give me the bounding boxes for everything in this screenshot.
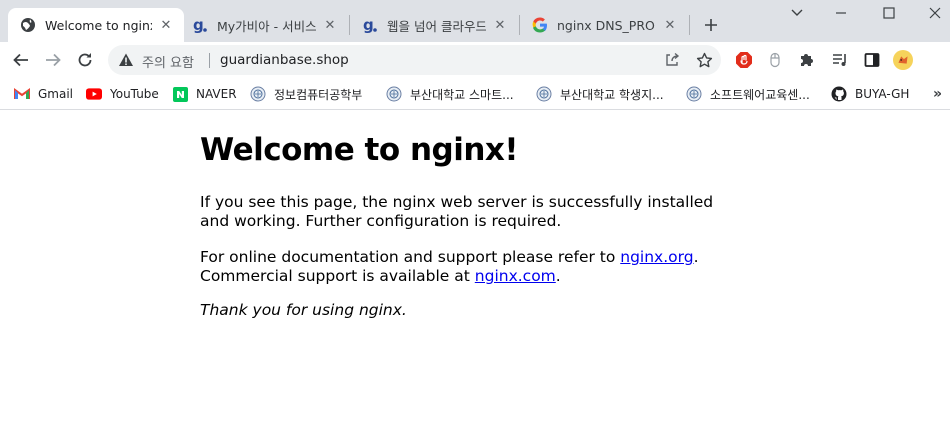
bookmark-label: 부산대학교 학생지...: [560, 87, 664, 102]
bookmark-youtube[interactable]: YouTube: [86, 83, 159, 105]
tab-mygabia[interactable]: g My가비아 - 서비스 ✕: [180, 8, 348, 42]
tab-strip: Welcome to nginx! ✕ g My가비아 - 서비스 ✕ g 웹을…: [0, 0, 950, 42]
bookmark-label: BUYA-GH: [855, 87, 910, 101]
new-tab-button[interactable]: [700, 14, 722, 36]
mouse-extension-icon[interactable]: [765, 50, 785, 70]
nginx-org-link[interactable]: nginx.org: [620, 248, 693, 266]
bookmark-star-icon[interactable]: [695, 51, 713, 69]
svg-text:g: g: [363, 17, 374, 33]
github-icon: [831, 86, 847, 102]
adblock-extension-icon[interactable]: [734, 50, 754, 70]
globe-icon: [20, 17, 36, 33]
university-icon: [250, 86, 266, 102]
tab-title: nginx DNS_PROBE_: [557, 17, 656, 33]
university-icon: [386, 86, 402, 102]
bookmark-naver[interactable]: NAVER: [172, 83, 237, 105]
commercial-text: Commercial support is available at: [200, 267, 475, 285]
tab-title: Welcome to nginx!: [45, 17, 152, 33]
tab-cloud[interactable]: g 웹을 넘어 클라우드 ✕: [350, 8, 518, 42]
tab-title: My가비아 - 서비스: [217, 18, 316, 34]
bookmarks-bar: Gmail YouTube NAVER 정보컴퓨터공학부 부산대학교 스마트..…: [0, 78, 950, 110]
extensions-puzzle-icon[interactable]: [797, 50, 817, 70]
bookmark-pnu-smart[interactable]: 부산대학교 스마트...: [386, 83, 514, 105]
documentation-message: For online documentation and support ple…: [200, 248, 720, 286]
bookmark-label: NAVER: [196, 87, 237, 101]
bookmark-buya-gh[interactable]: BUYA-GH: [831, 83, 909, 105]
back-button[interactable]: [9, 48, 33, 72]
close-tab-icon[interactable]: ✕: [492, 17, 508, 33]
address-divider: [209, 53, 210, 68]
gabia-icon: g: [362, 17, 378, 33]
page-heading: Welcome to nginx!: [200, 132, 519, 168]
tab-welcome-nginx[interactable]: Welcome to nginx! ✕: [8, 8, 184, 42]
close-tab-icon[interactable]: ✕: [158, 17, 174, 33]
url-text[interactable]: guardianbase.shop: [220, 52, 349, 68]
tab-search-icon[interactable]: [786, 4, 808, 22]
warning-icon[interactable]: [118, 52, 134, 68]
commercial-text-end: .: [555, 267, 561, 285]
docs-text-end: .: [693, 248, 699, 266]
gabia-icon: g: [192, 17, 208, 33]
share-icon[interactable]: [663, 51, 681, 69]
bookmark-label: 정보컴퓨터공학부: [274, 87, 363, 102]
install-message: If you see this page, the nginx web serv…: [200, 193, 714, 230]
close-tab-icon[interactable]: ✕: [662, 17, 678, 33]
side-panel-icon[interactable]: [862, 50, 882, 70]
google-icon: [532, 17, 548, 33]
bookmark-label: 소프트웨어교육센...: [710, 87, 810, 102]
youtube-icon: [86, 86, 102, 102]
bookmark-pnu-student[interactable]: 부산대학교 학생지...: [536, 83, 664, 105]
docs-text: For online documentation and support ple…: [200, 248, 621, 266]
tab-title: 웹을 넘어 클라우드: [387, 18, 486, 34]
address-bar[interactable]: 주의 요함 guardianbase.shop: [108, 45, 721, 75]
bookmark-label: Gmail: [38, 87, 74, 101]
bookmark-label: 부산대학교 스마트...: [410, 87, 514, 102]
university-icon: [536, 86, 552, 102]
university-icon: [686, 86, 702, 102]
bookmark-cse-dept[interactable]: 정보컴퓨터공학부: [250, 83, 362, 105]
bookmark-label: YouTube: [110, 87, 159, 101]
nginx-com-link[interactable]: nginx.com: [475, 267, 556, 285]
close-window-icon[interactable]: [924, 4, 946, 22]
svg-text:g: g: [193, 17, 204, 33]
security-status-label[interactable]: 주의 요함: [142, 52, 194, 71]
naver-icon: [172, 86, 188, 102]
maximize-icon[interactable]: [878, 4, 900, 22]
tab-nginx-dns-probe[interactable]: nginx DNS_PROBE_ ✕: [520, 8, 688, 42]
close-tab-icon[interactable]: ✕: [322, 17, 338, 33]
minimize-icon[interactable]: [830, 4, 852, 22]
reload-button[interactable]: [73, 48, 97, 72]
tab-separator: [689, 15, 690, 35]
bookmark-gmail[interactable]: Gmail: [14, 83, 73, 105]
bookmark-sw-edu[interactable]: 소프트웨어교육센...: [686, 83, 810, 105]
more-bookmarks-icon[interactable]: »: [933, 86, 942, 102]
gmail-icon: [14, 86, 30, 102]
browser-toolbar: 주의 요함 guardianbase.shop: [0, 42, 950, 78]
media-control-icon[interactable]: [830, 50, 850, 70]
profile-avatar[interactable]: [893, 50, 913, 70]
forward-button[interactable]: [41, 48, 65, 72]
thank-you-message: Thank you for using nginx.: [200, 301, 407, 319]
